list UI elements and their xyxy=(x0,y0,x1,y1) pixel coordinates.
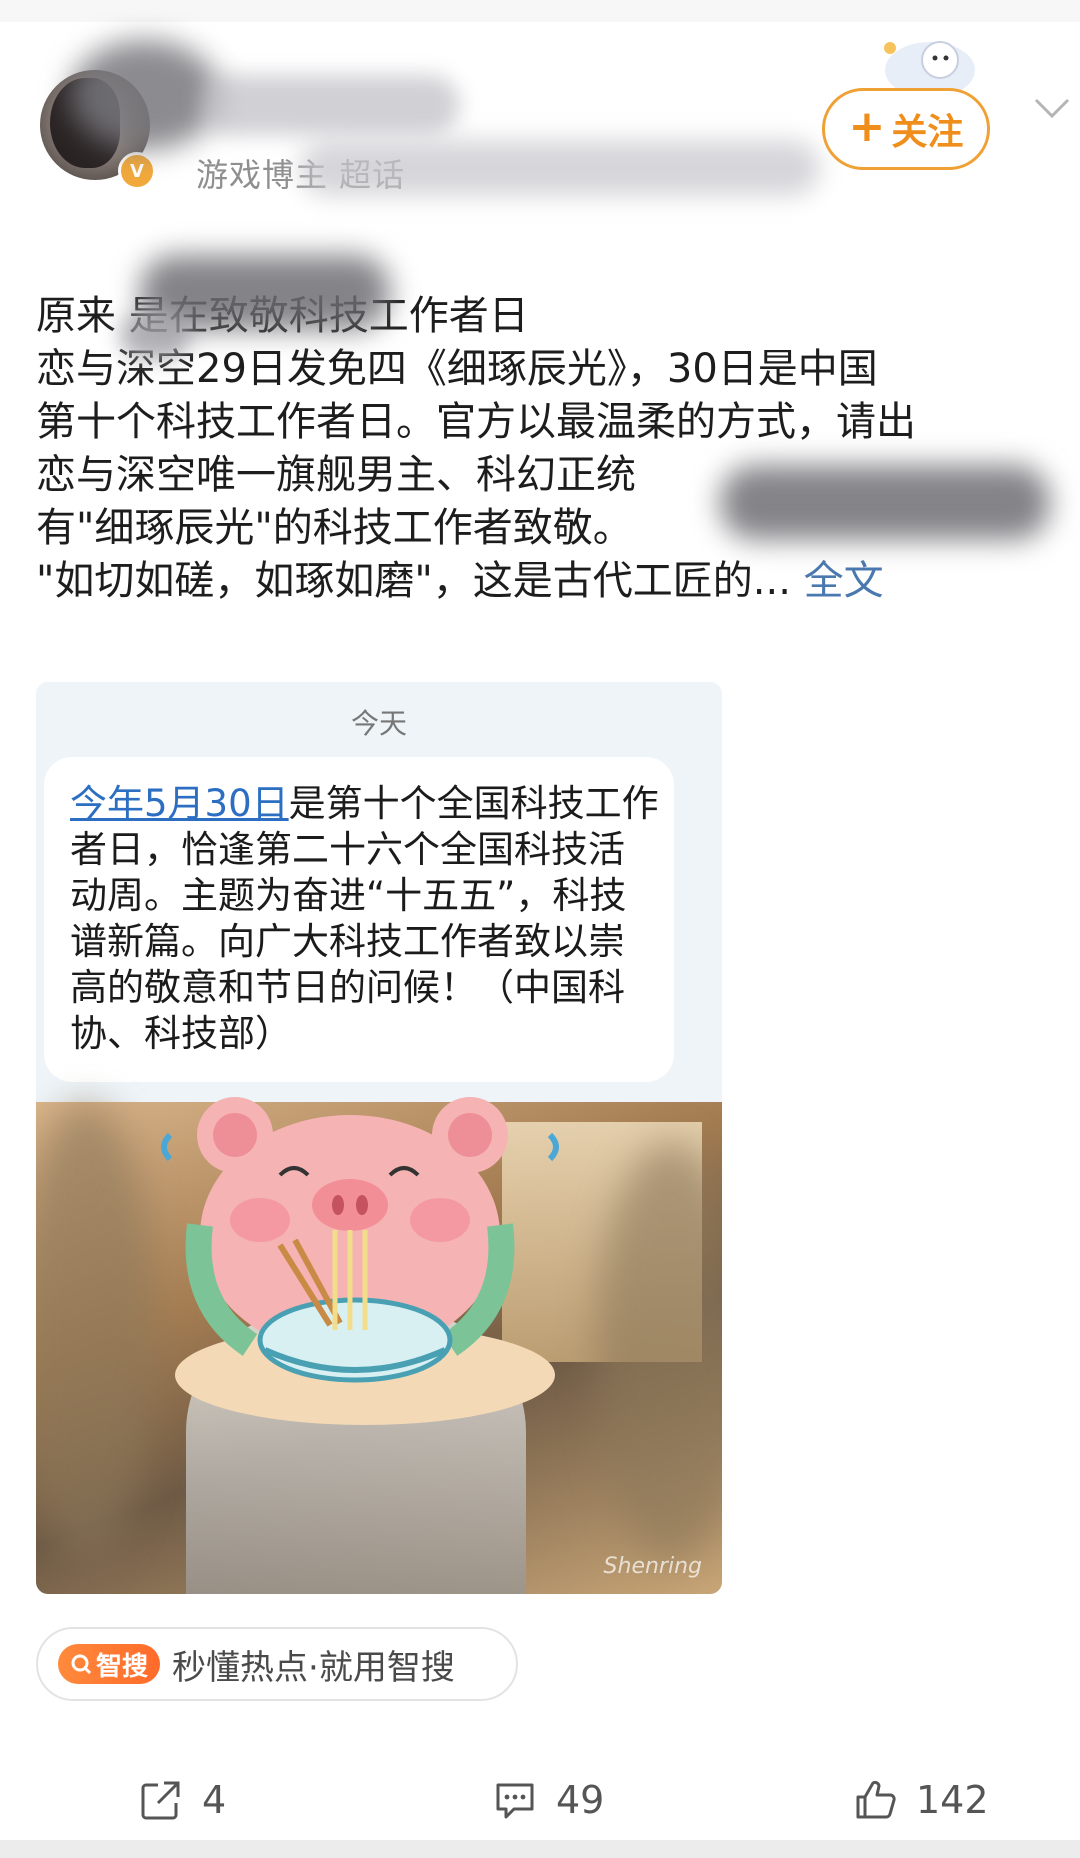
post-line: "如切如磋，如琢如磨"，这是古代工匠的... xyxy=(36,558,791,604)
follow-label: 关注 xyxy=(891,112,964,153)
message-text: 今年5月30日是第十个全国科技工作者日，恰逢第二十六个全国科技活动周。主题为奋进… xyxy=(70,781,660,1057)
privacy-blur xyxy=(120,310,190,360)
username-blur xyxy=(200,75,460,135)
post-line: 恋与深空29日发免四《细琢辰光》，30日是中国 xyxy=(36,346,878,392)
privacy-blur xyxy=(36,1102,156,1562)
top-divider xyxy=(0,0,1080,22)
post-line-last: "如切如磋，如琢如磨"，这是古代工匠的... 全文 xyxy=(36,555,1056,608)
plus-icon: + xyxy=(848,101,886,152)
subline-blur xyxy=(300,140,820,196)
read-more-link[interactable]: 全文 xyxy=(804,558,884,604)
share-icon xyxy=(141,1781,180,1820)
comment-count: 49 xyxy=(556,1778,605,1822)
privacy-blur xyxy=(70,40,220,150)
artist-watermark: Shenring xyxy=(603,1554,702,1579)
search-icon xyxy=(71,1654,92,1675)
comment-button[interactable]: 49 xyxy=(492,1770,604,1830)
smart-search-badge-label: 智搜 xyxy=(96,1651,149,1682)
smart-search-text: 秒懂热点·就用智搜 xyxy=(172,1647,455,1688)
thumbs-up-icon xyxy=(856,1780,896,1819)
smart-search-tag[interactable]: 智搜 秒懂热点·就用智搜 xyxy=(36,1627,518,1701)
follow-button[interactable]: + 关注 xyxy=(822,88,990,170)
like-button[interactable]: 142 xyxy=(852,1770,989,1830)
chat-date-label: 今天 xyxy=(350,707,407,740)
share-button[interactable]: 4 xyxy=(138,1770,226,1830)
bottom-divider xyxy=(0,1840,1080,1858)
smart-search-badge: 智搜 xyxy=(58,1644,161,1684)
comment-icon xyxy=(496,1783,534,1819)
privacy-blur xyxy=(720,465,1050,540)
post-line: 第十个科技工作者日。官方以最温柔的方式，请出 xyxy=(36,399,916,445)
pig-eating-noodles-sticker xyxy=(161,1097,559,1425)
chevron-down-icon[interactable] xyxy=(1032,92,1072,122)
message-bubble: 今年5月30日是第十个全国科技工作者日，恰逢第二十六个全国科技活动周。主题为奋进… xyxy=(44,757,674,1082)
date-link[interactable]: 今年5月30日 xyxy=(70,782,289,825)
like-count: 142 xyxy=(916,1778,989,1822)
share-count: 4 xyxy=(202,1778,227,1822)
verified-badge-icon: V xyxy=(118,152,156,190)
